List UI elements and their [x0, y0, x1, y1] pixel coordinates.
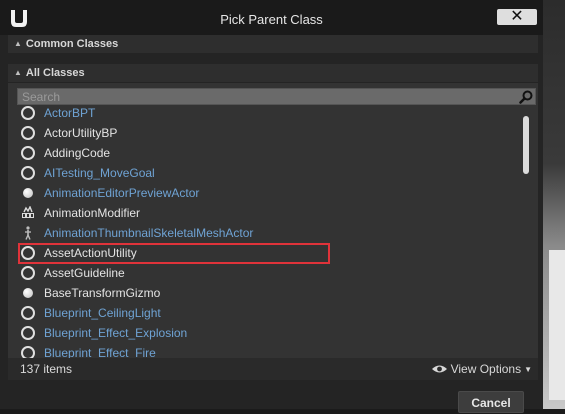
class-list-item[interactable]: AnimationEditorPreviewActor: [17, 183, 519, 203]
class-list-item[interactable]: AnimationModifier: [17, 203, 519, 223]
ring-icon: [21, 106, 35, 120]
ring-icon: [21, 146, 35, 160]
common-classes-header[interactable]: ▲ Common Classes: [8, 35, 538, 53]
close-button[interactable]: ✕: [497, 9, 537, 25]
search-input[interactable]: [22, 89, 512, 104]
search-box[interactable]: [17, 88, 536, 105]
class-name: ActorUtilityBP: [44, 126, 118, 140]
class-name: AddingCode: [44, 146, 111, 160]
scrollbar-thumb[interactable]: [523, 116, 529, 174]
dialog-title: Pick Parent Class: [220, 12, 323, 27]
class-list-item[interactable]: ActorBPT: [17, 106, 519, 123]
class-list-item[interactable]: AddingCode: [17, 143, 519, 163]
class-name: AssetGuideline: [44, 266, 125, 280]
skeletal-mesh-icon: [25, 226, 31, 240]
ring-icon: [21, 266, 35, 280]
scene-geometry: [549, 250, 565, 400]
sphere-icon: [23, 188, 33, 198]
class-list-item[interactable]: AnimationThumbnailSkeletalMeshActor: [17, 223, 519, 243]
ring-icon: [21, 306, 35, 320]
view-options-button[interactable]: View Options ▼: [431, 358, 532, 381]
class-name: AnimationThumbnailSkeletalMeshActor: [44, 226, 254, 240]
sphere-icon: [23, 288, 33, 298]
chevron-down-icon: ▼: [524, 365, 532, 374]
class-name: Blueprint_Effect_Explosion: [44, 326, 188, 340]
item-count: 137 items: [20, 362, 73, 376]
ring-icon: [21, 326, 35, 340]
class-name: ActorBPT: [44, 106, 96, 120]
viewport-background: [543, 0, 565, 409]
common-classes-label: Common Classes: [25, 38, 119, 50]
all-classes-label: All Classes: [25, 67, 85, 79]
class-list-item[interactable]: Blueprint_Effect_Fire: [17, 343, 519, 358]
search-icon[interactable]: [519, 90, 533, 104]
class-name: AITesting_MoveGoal: [44, 166, 155, 180]
class-list-item[interactable]: AITesting_MoveGoal: [17, 163, 519, 183]
view-options-label: View Options: [450, 362, 522, 376]
class-name: Blueprint_CeilingLight: [44, 306, 161, 320]
selection-highlight: [18, 243, 330, 264]
class-name: Blueprint_Effect_Fire: [44, 346, 156, 358]
class-list-item[interactable]: ActorUtilityBP: [17, 123, 519, 143]
animation-modifier-icon: [22, 206, 34, 218]
class-list-item[interactable]: Blueprint_CeilingLight: [17, 303, 519, 323]
ring-icon: [21, 166, 35, 180]
scrollbar[interactable]: [522, 110, 532, 355]
class-list: ActorBPT ActorUtilityBP AddingCode AITestin…: [17, 106, 519, 358]
cancel-button[interactable]: Cancel: [458, 391, 524, 413]
list-footer: 137 items View Options ▼: [8, 358, 538, 380]
all-classes-header[interactable]: ▲ All Classes: [8, 64, 538, 82]
ring-icon: [21, 126, 35, 140]
class-name: AnimationEditorPreviewActor: [44, 186, 200, 200]
ring-icon: [21, 346, 35, 358]
class-list-item[interactable]: AssetGuideline: [17, 263, 519, 283]
class-name: BaseTransformGizmo: [44, 286, 161, 300]
title-bar: Pick Parent Class ✕: [0, 0, 543, 35]
class-name: AnimationModifier: [44, 206, 141, 220]
collapse-triangle-icon: ▲: [14, 39, 22, 48]
collapse-triangle-icon: ▲: [14, 68, 22, 77]
class-list-item[interactable]: Blueprint_Effect_Explosion: [17, 323, 519, 343]
class-list-item[interactable]: BaseTransformGizmo: [17, 283, 519, 303]
pick-parent-class-dialog: Pick Parent Class ✕ ▲ Common Classes ▲ All…: [0, 0, 543, 413]
eye-icon: [431, 365, 447, 373]
